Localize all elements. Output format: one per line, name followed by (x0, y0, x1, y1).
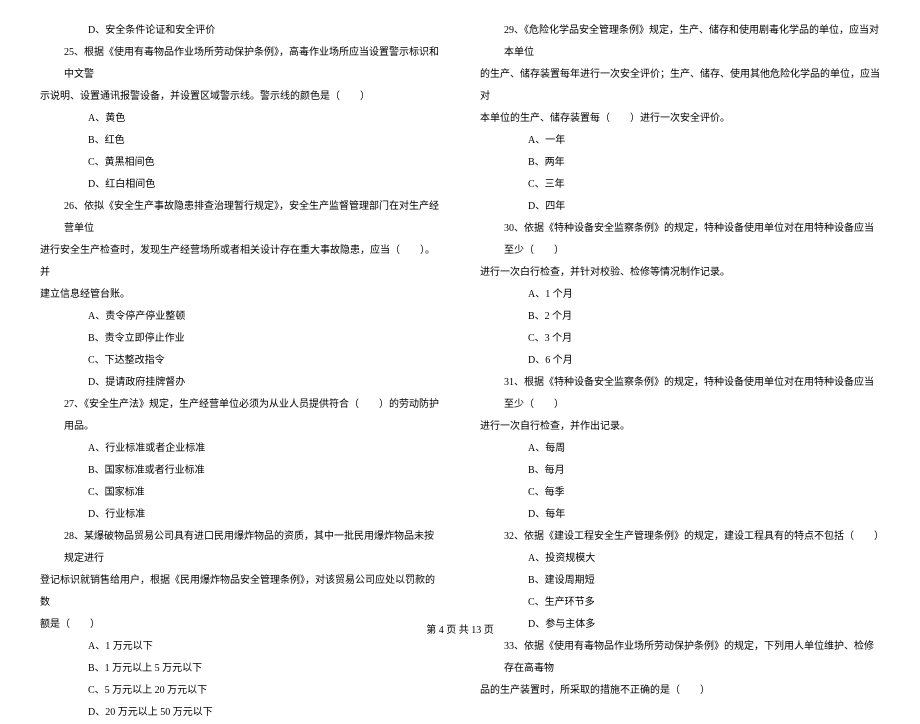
option-item: D、红白相间色 (40, 174, 440, 196)
option-item: D、每年 (480, 504, 880, 526)
question-30-line2: 进行一次白行检查，并针对校验、检修等情况制作记录。 (480, 262, 880, 284)
question-31-line1: 31、根据《特种设备安全监察条例》的规定，特种设备使用单位对在用特种设备应当至少… (480, 372, 880, 416)
option-item: B、红色 (40, 130, 440, 152)
option-item: C、3 个月 (480, 328, 880, 350)
question-30-line1: 30、依据《特种设备安全监察条例》的规定，特种设备使用单位对在用特种设备应当至少… (480, 218, 880, 262)
option-item: A、黄色 (40, 108, 440, 130)
option-item: B、建设周期短 (480, 570, 880, 592)
question-29-line1: 29、《危险化学品安全管理条例》规定，生产、储存和使用剧毒化学品的单位，应当对本… (480, 20, 880, 64)
option-item: C、国家标准 (40, 482, 440, 504)
page-content: D、安全条件论证和安全评价 25、根据《使用有毒物品作业场所劳动保护条例》，高毒… (40, 20, 880, 600)
question-27-line1: 27、《安全生产法》规定，生产经营单位必须为从业人员提供符合（ ）的劳动防护用品… (40, 394, 440, 438)
option-item: B、责令立即停止作业 (40, 328, 440, 350)
question-33-line2: 品的生产装置时，所采取的措施不正确的是（ ） (480, 680, 880, 702)
option-item: A、1 个月 (480, 284, 880, 306)
option-item: A、投资规模大 (480, 548, 880, 570)
option-item: B、每月 (480, 460, 880, 482)
option-item: B、2 个月 (480, 306, 880, 328)
right-column: 29、《危险化学品安全管理条例》规定，生产、储存和使用剧毒化学品的单位，应当对本… (480, 20, 880, 600)
option-item: C、5 万元以上 20 万元以下 (40, 680, 440, 702)
option-item: D、提请政府挂牌督办 (40, 372, 440, 394)
left-column: D、安全条件论证和安全评价 25、根据《使用有毒物品作业场所劳动保护条例》，高毒… (40, 20, 440, 600)
option-item: B、两年 (480, 152, 880, 174)
option-item: D、20 万元以上 50 万元以下 (40, 702, 440, 724)
question-33-line1: 33、依据《使用有毒物品作业场所劳动保护条例》的规定，下列用人单位维护、检修存在… (480, 636, 880, 680)
option-item: A、每周 (480, 438, 880, 460)
option-item: D、四年 (480, 196, 880, 218)
question-26-line1: 26、依拟《安全生产事故隐患排查治理暂行规定》，安全生产监督管理部门在对生产经营… (40, 196, 440, 240)
option-item: A、一年 (480, 130, 880, 152)
option-item: A、行业标准或者企业标准 (40, 438, 440, 460)
question-28-line1: 28、某爆破物品贸易公司具有进口民用爆炸物品的资质，其中一批民用爆炸物品未按规定… (40, 526, 440, 570)
option-item: D、6 个月 (480, 350, 880, 372)
question-29-line3: 本单位的生产、储存装置每（ ）进行一次安全评价。 (480, 108, 880, 130)
question-26-line2: 进行安全生产检查时，发现生产经营场所或者相关设计存在重大事故隐患，应当（ ）。并 (40, 240, 440, 284)
page-footer: 第 4 页 共 13 页 (0, 620, 920, 642)
question-25-line2: 示说明、设置通讯报警设备，并设置区域警示线。警示线的颜色是（ ） (40, 86, 440, 108)
option-item: D、安全条件论证和安全评价 (40, 20, 440, 42)
question-26-line3: 建立信息经管台账。 (40, 284, 440, 306)
question-31-line2: 进行一次自行检查，并作出记录。 (480, 416, 880, 438)
option-item: B、国家标准或者行业标准 (40, 460, 440, 482)
question-29-line2: 的生产、储存装置每年进行一次安全评价；生产、储存、使用其他危险化学品的单位，应当… (480, 64, 880, 108)
question-25-line1: 25、根据《使用有毒物品作业场所劳动保护条例》，高毒作业场所应当设置警示标识和中… (40, 42, 440, 86)
question-28-line2: 登记标识就销售给用户，根据《民用爆炸物品安全管理条例》，对该贸易公司应处以罚款的… (40, 570, 440, 614)
option-item: B、1 万元以上 5 万元以下 (40, 658, 440, 680)
option-item: C、三年 (480, 174, 880, 196)
option-item: D、行业标准 (40, 504, 440, 526)
option-item: A、责令停产停业整顿 (40, 306, 440, 328)
option-item: C、生产环节多 (480, 592, 880, 614)
option-item: C、每季 (480, 482, 880, 504)
question-32-line1: 32、依据《建设工程安全生产管理条例》的规定，建设工程具有的特点不包括（ ） (480, 526, 880, 548)
option-item: C、下达整改指令 (40, 350, 440, 372)
option-item: C、黄黑相间色 (40, 152, 440, 174)
